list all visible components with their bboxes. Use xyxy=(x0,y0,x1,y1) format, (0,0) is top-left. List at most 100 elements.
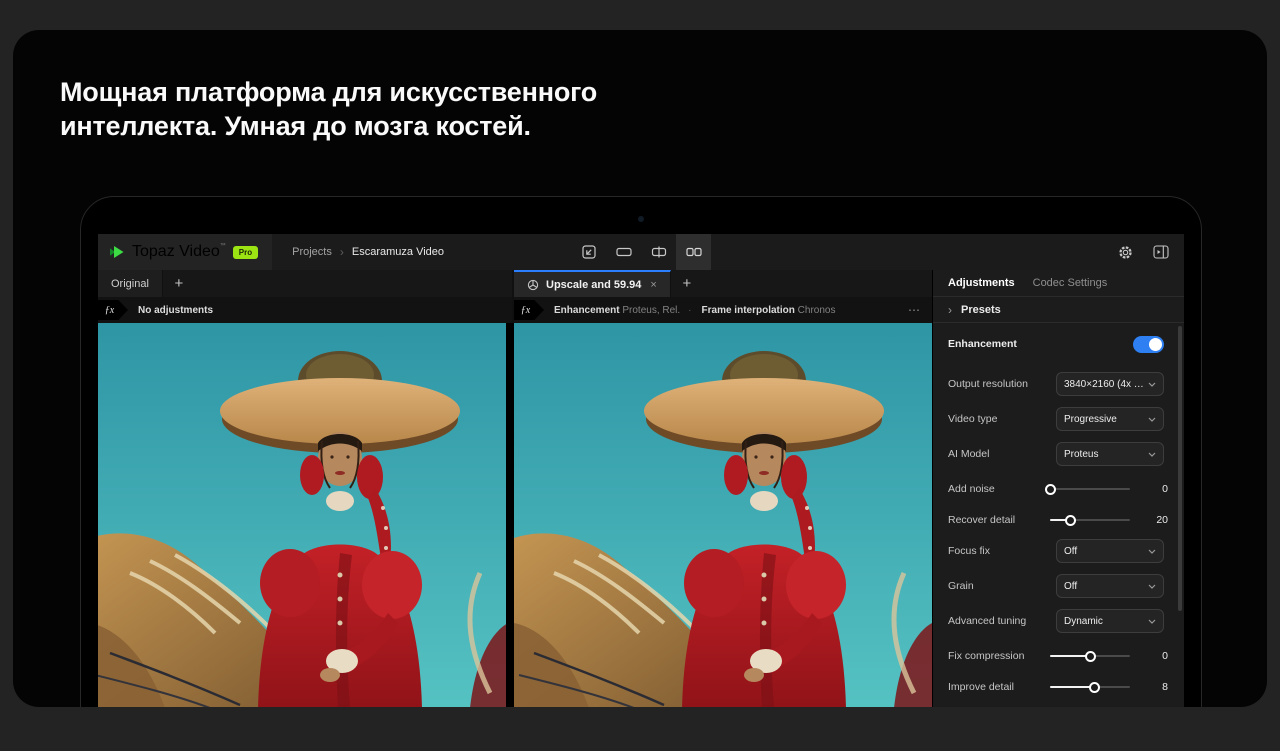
chevron-down-icon xyxy=(1148,549,1156,554)
chevron-down-icon xyxy=(1148,619,1156,624)
device-camera xyxy=(638,216,644,222)
slider-fill xyxy=(1050,686,1094,688)
row-video-type: Video type Progressive xyxy=(933,406,1184,432)
video-preview-original[interactable] xyxy=(98,323,512,707)
tab-adjustments[interactable]: Adjustments xyxy=(948,277,1015,289)
breadcrumb-current-project[interactable]: Escaramuza Video xyxy=(352,246,444,258)
add-noise-slider[interactable] xyxy=(1050,483,1130,495)
view-mode-switcher xyxy=(571,234,711,270)
recover-detail-slider[interactable] xyxy=(1050,514,1130,526)
add-noise-value: 0 xyxy=(1144,483,1168,495)
tab-original[interactable]: Original xyxy=(98,270,163,297)
brand-name: Topaz Video™ xyxy=(132,243,226,261)
side-by-side-view-button[interactable] xyxy=(676,234,711,270)
enhancement-summary[interactable]: Enhancement Proteus, Rel. xyxy=(554,305,680,316)
trademark-mark: ™ xyxy=(220,243,226,249)
chevron-down-icon xyxy=(1148,452,1156,457)
focus-fix-dropdown[interactable]: Off xyxy=(1056,539,1164,563)
toolbar-separator: · xyxy=(688,305,691,316)
tab-codec-settings[interactable]: Codec Settings xyxy=(1033,277,1108,289)
grain-dropdown[interactable]: Off xyxy=(1056,574,1164,598)
app-screen: Topaz Video™ Pro Projects › Escaramuza V… xyxy=(98,234,1184,707)
close-tab-icon[interactable]: × xyxy=(650,279,656,291)
toggle-knob xyxy=(1149,338,1162,351)
row-grain: Grain Off xyxy=(933,573,1184,599)
tab-upscale-label: Upscale and 59.94 xyxy=(546,279,641,291)
left-toolbar-status: No adjustments xyxy=(138,305,213,316)
topbar-right-actions xyxy=(1118,234,1184,270)
headline-line1: Мощная платформа для искусственного xyxy=(60,75,700,109)
app-main: Original + xyxy=(98,270,1184,707)
left-pane-tabstrip: Original + xyxy=(98,270,512,297)
left-pane-toolbar: ƒx No adjustments xyxy=(98,297,512,323)
split-view-icon xyxy=(651,245,667,259)
fit-view-icon xyxy=(582,245,596,259)
presets-label: Presets xyxy=(961,304,1001,316)
slider-knob[interactable] xyxy=(1045,484,1056,495)
slider-knob[interactable] xyxy=(1085,651,1096,662)
presets-section[interactable]: › Presets xyxy=(933,297,1184,323)
new-tab-button-left[interactable]: + xyxy=(163,270,195,297)
row-improve-detail: Improve detail 8 xyxy=(933,674,1184,700)
chevron-right-icon: › xyxy=(340,245,344,259)
row-enhancement: Enhancement xyxy=(933,331,1184,357)
page-title: Мощная платформа для искусственного инте… xyxy=(60,75,700,143)
gear-icon xyxy=(1118,245,1133,260)
side-by-side-view-icon xyxy=(686,245,702,259)
row-output-resolution: Output resolution 3840×2160 (4x … xyxy=(933,371,1184,397)
tab-original-label: Original xyxy=(111,278,149,290)
tab-strips: Original + xyxy=(98,270,932,297)
single-view-button[interactable] xyxy=(606,234,641,270)
row-recover-detail: Recover detail 20 xyxy=(933,507,1184,533)
row-focus-fix: Focus fix Off xyxy=(933,538,1184,564)
row-advanced-tuning: Advanced tuning Dynamic xyxy=(933,608,1184,634)
panel-content: Enhancement Output resolution 3840×2160 … xyxy=(933,323,1184,707)
slider-track[interactable] xyxy=(1050,488,1130,490)
chevron-down-icon xyxy=(1148,382,1156,387)
video-preview-upscaled[interactable] xyxy=(514,323,932,707)
advanced-tuning-dropdown[interactable]: Dynamic xyxy=(1056,609,1164,633)
headline-line2: интеллекта. Умная до мозга костей. xyxy=(60,109,700,143)
fx-badge-icon: ƒx xyxy=(514,300,544,320)
chevron-down-icon xyxy=(1148,417,1156,422)
split-view-button[interactable] xyxy=(641,234,676,270)
slider-knob[interactable] xyxy=(1089,682,1100,693)
breadcrumb-projects[interactable]: Projects xyxy=(292,246,332,258)
pro-badge: Pro xyxy=(233,246,258,259)
toolbars: ƒx No adjustments ƒx Enhancement Proteus… xyxy=(98,297,932,323)
chevron-down-icon xyxy=(1148,584,1156,589)
recover-detail-value: 20 xyxy=(1144,514,1168,526)
new-tab-button-right[interactable]: + xyxy=(671,270,703,297)
more-options-icon[interactable]: ⋯ xyxy=(908,303,932,317)
enhancement-label: Enhancement xyxy=(948,338,1133,350)
enhancement-tab-icon xyxy=(527,279,539,291)
ai-model-dropdown[interactable]: Proteus xyxy=(1056,442,1164,466)
output-resolution-dropdown[interactable]: 3840×2160 (4x … xyxy=(1056,372,1164,396)
chevron-right-icon: › xyxy=(948,303,952,317)
viewer-area: Original + xyxy=(98,270,932,707)
improve-detail-value: 8 xyxy=(1144,681,1168,693)
right-pane-toolbar: ƒx Enhancement Proteus, Rel. · Frame int… xyxy=(514,297,932,323)
single-view-icon xyxy=(616,245,632,259)
panel-tabs: Adjustments Codec Settings xyxy=(933,270,1184,297)
video-type-dropdown[interactable]: Progressive xyxy=(1056,407,1164,431)
panel-toggle-icon xyxy=(1153,245,1169,259)
row-fix-compression: Fix compression 0 xyxy=(933,643,1184,669)
fix-compression-slider[interactable] xyxy=(1050,650,1130,662)
row-ai-model: AI Model Proteus xyxy=(933,441,1184,467)
fx-badge-icon: ƒx xyxy=(98,300,128,320)
brand-logo[interactable]: Topaz Video™ Pro xyxy=(98,234,272,270)
breadcrumb: Projects › Escaramuza Video xyxy=(292,234,444,270)
settings-button[interactable] xyxy=(1118,245,1133,260)
slider-knob[interactable] xyxy=(1065,515,1076,526)
tab-upscale[interactable]: Upscale and 59.94 × xyxy=(514,270,671,297)
improve-detail-slider[interactable] xyxy=(1050,681,1130,693)
enhancement-toggle[interactable] xyxy=(1133,336,1164,353)
toggle-right-panel-button[interactable] xyxy=(1153,245,1169,259)
interpolation-summary[interactable]: Frame interpolation Chronos xyxy=(702,305,836,316)
comparison-view xyxy=(98,323,932,707)
marketing-card: Мощная платформа для искусственного инте… xyxy=(13,30,1267,707)
panel-scrollbar[interactable] xyxy=(1178,326,1182,611)
fit-view-button[interactable] xyxy=(571,234,606,270)
app-topbar: Topaz Video™ Pro Projects › Escaramuza V… xyxy=(98,234,1184,270)
